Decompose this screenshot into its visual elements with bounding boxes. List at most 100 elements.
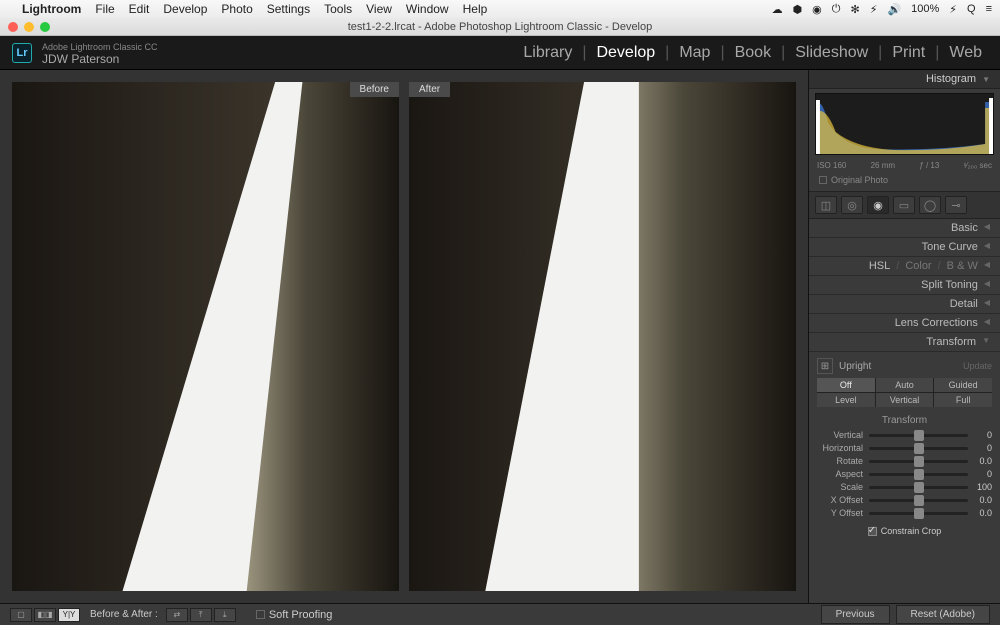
close-icon[interactable]	[8, 22, 18, 32]
crop-tool-icon[interactable]: ◫	[815, 196, 837, 214]
menu-tools[interactable]: Tools	[324, 2, 352, 16]
brush-tool-icon[interactable]: ⊸	[945, 196, 967, 214]
slider-label: X Offset	[817, 495, 869, 505]
menu-help[interactable]: Help	[463, 2, 488, 16]
minimize-icon[interactable]	[24, 22, 34, 32]
battery-icon[interactable]: ⚡︎	[949, 3, 957, 16]
before-pane[interactable]: Before	[12, 82, 399, 591]
upright-auto-button[interactable]: Auto	[876, 378, 934, 392]
loupe-view-button[interactable]: ▢	[10, 608, 32, 622]
notifications-icon[interactable]: ≡	[986, 3, 992, 15]
module-map[interactable]: Map	[673, 42, 716, 64]
upright-grid-icon[interactable]: ⊞	[817, 358, 833, 374]
slider-track[interactable]	[869, 473, 968, 476]
zoom-icon[interactable]	[40, 22, 50, 32]
original-photo-toggle[interactable]: Original Photo	[809, 172, 1000, 191]
volume-icon[interactable]: 🔊	[887, 3, 901, 16]
menu-settings[interactable]: Settings	[267, 2, 310, 16]
window-titlebar: test1-2-2.lrcat - Adobe Photoshop Lightr…	[0, 18, 1000, 36]
module-print[interactable]: Print	[886, 42, 931, 64]
checkbox-checked-icon[interactable]	[868, 527, 877, 536]
redeye-tool-icon[interactable]: ◉	[867, 196, 889, 214]
upright-guided-button[interactable]: Guided	[934, 378, 992, 392]
wifi-icon[interactable]: ⚡︎	[870, 3, 878, 16]
upright-update[interactable]: Update	[963, 361, 992, 371]
menu-develop[interactable]: Develop	[163, 2, 207, 16]
checkbox-icon[interactable]	[819, 176, 827, 184]
menu-file[interactable]: File	[95, 2, 114, 16]
slider-knob-icon[interactable]	[914, 456, 924, 467]
previous-button[interactable]: Previous	[821, 605, 890, 624]
status-icon[interactable]: ◉	[812, 3, 822, 16]
identity-plate: Adobe Lightroom Classic CC JDW Paterson	[42, 41, 158, 65]
panel-detail[interactable]: Detail◀	[809, 295, 1000, 314]
slider-value[interactable]: 100	[968, 482, 992, 492]
grad-filter-icon[interactable]: ▭	[893, 196, 915, 214]
ba-copy2-button[interactable]: ⤓	[214, 608, 236, 622]
bluetooth-icon[interactable]: ✻	[850, 3, 859, 16]
slider-track[interactable]	[869, 434, 968, 437]
main-area: Before After Histogram▼	[0, 70, 1000, 603]
reset-button[interactable]: Reset (Adobe)	[896, 605, 990, 624]
upright-level-button[interactable]: Level	[817, 393, 875, 407]
slider-knob-icon[interactable]	[914, 495, 924, 506]
app-menu[interactable]: Lightroom	[22, 2, 81, 16]
upright-vertical-button[interactable]: Vertical	[876, 393, 934, 407]
menu-edit[interactable]: Edit	[129, 2, 150, 16]
slider-track[interactable]	[869, 460, 968, 463]
panel-transform[interactable]: Transform▼	[809, 333, 1000, 352]
after-pane[interactable]: After	[409, 82, 796, 591]
ba-split-view-button[interactable]: Y|Y	[58, 608, 80, 622]
slider-knob-icon[interactable]	[914, 469, 924, 480]
spotlight-icon[interactable]: Q	[967, 3, 976, 15]
module-book[interactable]: Book	[729, 42, 777, 64]
slider-value[interactable]: 0	[968, 430, 992, 440]
slider-label: Scale	[817, 482, 869, 492]
slider-value[interactable]: 0	[968, 469, 992, 479]
menu-photo[interactable]: Photo	[221, 2, 252, 16]
upright-off-button[interactable]: Off	[817, 378, 875, 392]
panel-basic[interactable]: Basic◀	[809, 219, 1000, 238]
slider-value[interactable]: 0	[968, 443, 992, 453]
histogram-metadata: ISO 160 26 mm ƒ / 13 ¹⁄₂₀₀ sec	[809, 159, 1000, 172]
slider-value[interactable]: 0.0	[968, 508, 992, 518]
soft-proof-checkbox[interactable]	[256, 610, 265, 619]
histogram-display[interactable]	[815, 93, 994, 155]
slider-track[interactable]	[869, 499, 968, 502]
slider-value[interactable]: 0.0	[968, 495, 992, 505]
chevron-left-icon: ◀	[984, 317, 990, 329]
ba-copy-button[interactable]: ⤒	[190, 608, 212, 622]
upright-full-button[interactable]: Full	[934, 393, 992, 407]
slider-track[interactable]	[869, 512, 968, 515]
constrain-crop-toggle[interactable]: Constrain Crop	[817, 526, 992, 536]
compare-preview: Before After	[0, 70, 808, 603]
panel-hsl[interactable]: HSL/Color/B & W◀	[809, 257, 1000, 276]
ba-lr-view-button[interactable]: ◧◨	[34, 608, 56, 622]
slider-knob-icon[interactable]	[914, 430, 924, 441]
histogram-header[interactable]: Histogram▼	[809, 70, 1000, 89]
panel-lens-corrections[interactable]: Lens Corrections◀	[809, 314, 1000, 333]
slider-knob-icon[interactable]	[914, 482, 924, 493]
before-after-label: Before & After :	[90, 609, 158, 620]
slider-value[interactable]: 0.0	[968, 456, 992, 466]
ba-swap-button[interactable]: ⇄	[166, 608, 188, 622]
status-icon[interactable]: ⏻	[832, 3, 841, 16]
module-library[interactable]: Library	[517, 42, 578, 64]
panel-split-toning[interactable]: Split Toning◀	[809, 276, 1000, 295]
status-icon[interactable]: ☁︎	[772, 3, 783, 16]
module-develop[interactable]: Develop	[590, 42, 661, 64]
menu-view[interactable]: View	[366, 2, 392, 16]
spot-tool-icon[interactable]: ◎	[841, 196, 863, 214]
radial-filter-icon[interactable]: ◯	[919, 196, 941, 214]
slider-knob-icon[interactable]	[914, 508, 924, 519]
slider-knob-icon[interactable]	[914, 443, 924, 454]
module-slideshow[interactable]: Slideshow	[789, 42, 874, 64]
slider-track[interactable]	[869, 447, 968, 450]
panel-tone-curve[interactable]: Tone Curve◀	[809, 238, 1000, 257]
battery-percent[interactable]: 100%	[911, 3, 939, 15]
menu-window[interactable]: Window	[406, 2, 449, 16]
slider-vertical: Vertical0	[817, 430, 992, 440]
slider-track[interactable]	[869, 486, 968, 489]
status-icon[interactable]: ⬢	[793, 3, 803, 16]
module-web[interactable]: Web	[943, 42, 988, 64]
